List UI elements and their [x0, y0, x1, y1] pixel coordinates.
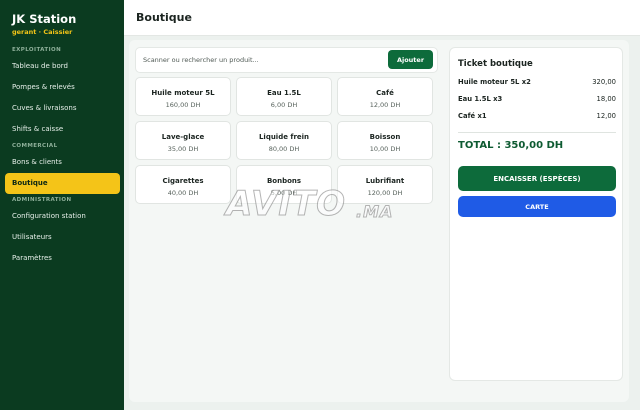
ticket-line: Café x1 12,00 [458, 112, 616, 122]
product-card-washer-fluid[interactable]: Lave-glace 35,00 DH [135, 121, 231, 160]
product-price: 12,00 DH [369, 101, 401, 109]
product-price: 80,00 DH [268, 145, 300, 153]
sidebar-item-shop[interactable]: Boutique [5, 173, 120, 194]
product-name: Café [376, 89, 394, 97]
main-area: Ajouter Huile moteur 5L 160,00 DH Eau 1.… [124, 36, 640, 410]
add-button[interactable]: Ajouter [388, 50, 433, 69]
ticket-line: Eau 1.5L x3 18,00 [458, 95, 616, 105]
cash-payment-button[interactable]: ENCAISSER (ESPÈCES) [458, 166, 616, 191]
top-bar: Boutique [124, 0, 640, 36]
product-name: Bonbons [266, 177, 302, 185]
product-card-brake-fluid[interactable]: Liquide frein 80,00 DH [236, 121, 332, 160]
user-role: gerant · Caissier [12, 28, 73, 36]
sidebar-item-shifts[interactable]: Shifts & caisse [0, 119, 120, 140]
product-name: Liquide frein [258, 133, 310, 141]
product-name: Huile moteur 5L [151, 89, 215, 97]
sidebar-item-users[interactable]: Utilisateurs [0, 227, 120, 248]
brand: JK Station gerant · Caissier [0, 0, 124, 44]
ticket-line-label: Café x1 [458, 112, 487, 120]
ticket-line-amount: 320,00 [592, 78, 616, 86]
product-card-lubricant[interactable]: Lubrifiant 120,00 DH [337, 165, 433, 204]
section-administration: ADMINISTRATION [12, 197, 72, 203]
ticket-divider [458, 132, 616, 133]
ticket-panel: Ticket boutique Huile moteur 5L x2 320,0… [449, 47, 623, 381]
product-grid: Huile moteur 5L 160,00 DH Eau 1.5L 6,00 … [135, 77, 438, 204]
brand-title: JK Station [12, 12, 77, 26]
section-commercial: COMMERCIAL [12, 143, 58, 149]
product-price: 160,00 DH [165, 101, 201, 109]
product-card-coffee[interactable]: Café 12,00 DH [337, 77, 433, 116]
product-name: Lubrifiant [365, 177, 405, 185]
product-name: Lave-glace [161, 133, 205, 141]
product-price: 120,00 DH [367, 189, 403, 197]
search-bar: Ajouter [135, 47, 438, 73]
sidebar-item-station-config[interactable]: Configuration station [0, 206, 120, 227]
card-payment-button[interactable]: CARTE [458, 196, 616, 217]
product-card-cigarettes[interactable]: Cigarettes 40,00 DH [135, 165, 231, 204]
sidebar-item-dashboard[interactable]: Tableau de bord [0, 56, 120, 77]
product-price: 6,00 DH [270, 101, 298, 109]
sidebar-item-tanks[interactable]: Cuves & livraisons [0, 98, 120, 119]
ticket-line: Huile moteur 5L x2 320,00 [458, 78, 616, 88]
ticket-line-amount: 18,00 [596, 95, 616, 103]
product-name: Eau 1.5L [267, 89, 301, 97]
product-card-water[interactable]: Eau 1.5L 6,00 DH [236, 77, 332, 116]
product-price: 10,00 DH [369, 145, 401, 153]
product-name: Boisson [369, 133, 401, 141]
product-card-drink[interactable]: Boisson 10,00 DH [337, 121, 433, 160]
ticket-line-label: Eau 1.5L x3 [458, 95, 503, 103]
product-price: 40,00 DH [167, 189, 199, 197]
sidebar: JK Station gerant · Caissier EXPLOITATIO… [0, 0, 124, 410]
sidebar-item-pumps[interactable]: Pompes & relevés [0, 77, 120, 98]
ticket-line-amount: 12,00 [596, 112, 616, 120]
ticket-title: Ticket boutique [458, 59, 533, 69]
page-title: Boutique [136, 11, 192, 24]
sidebar-item-settings[interactable]: Paramètres [0, 248, 120, 269]
sidebar-item-vouchers[interactable]: Bons & clients [0, 152, 120, 173]
product-card-engine-oil[interactable]: Huile moteur 5L 160,00 DH [135, 77, 231, 116]
product-name: Cigarettes [162, 177, 204, 185]
product-price: 5,00 DH [270, 189, 298, 197]
product-price: 35,00 DH [167, 145, 199, 153]
product-search-input[interactable] [136, 48, 384, 72]
ticket-total: TOTAL : 350,00 DH [458, 140, 564, 151]
content-panel: Ajouter Huile moteur 5L 160,00 DH Eau 1.… [129, 40, 629, 402]
ticket-line-label: Huile moteur 5L x2 [458, 78, 531, 86]
product-card-candy[interactable]: Bonbons 5,00 DH [236, 165, 332, 204]
section-exploitation: EXPLOITATION [12, 47, 62, 53]
